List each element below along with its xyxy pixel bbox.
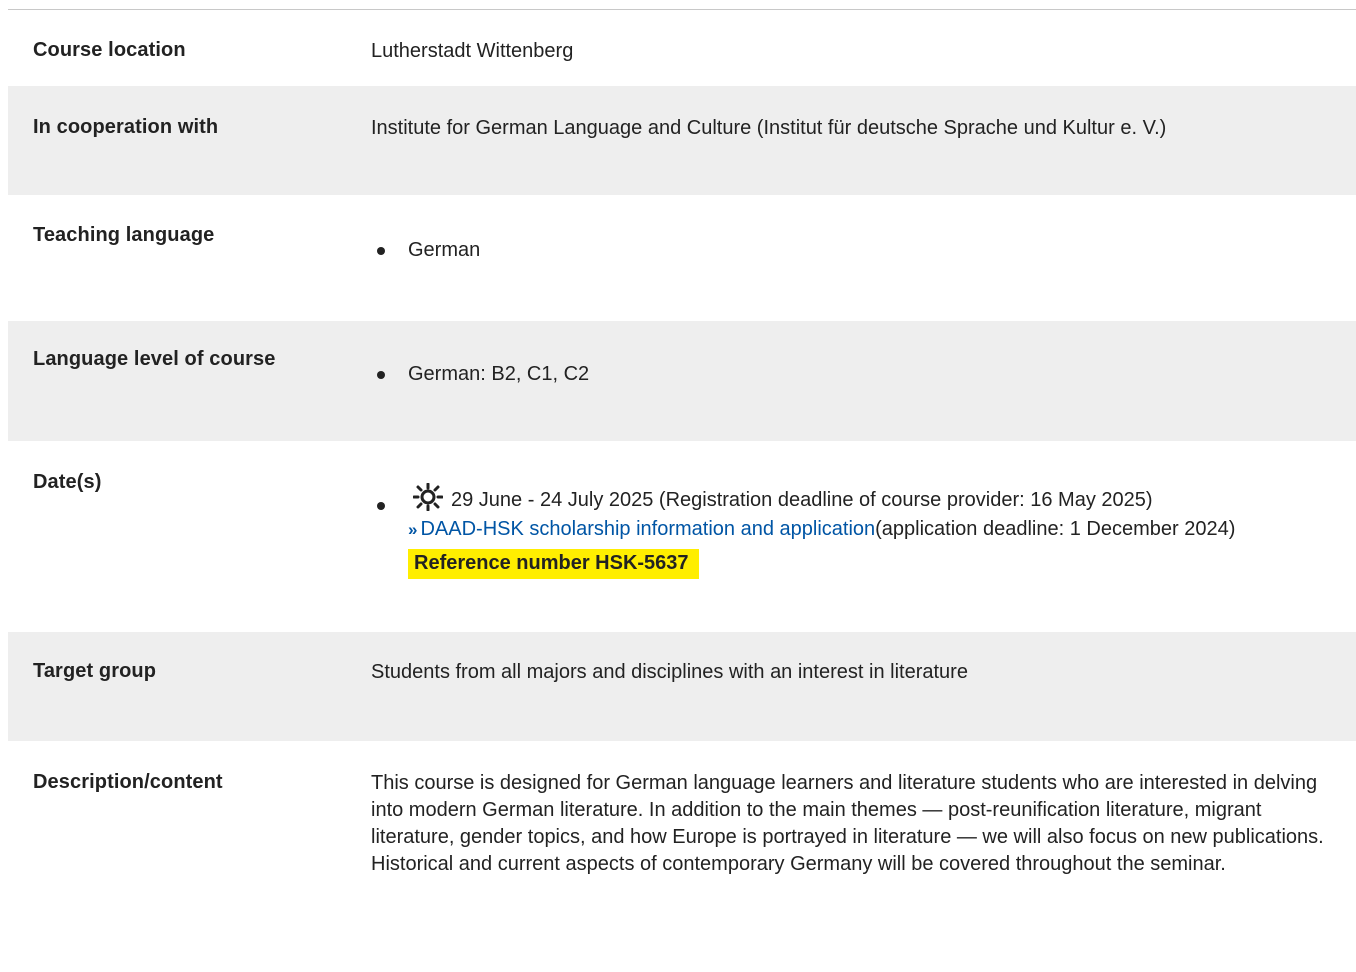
row-course-location: Course location Lutherstadt Wittenberg — [8, 10, 1356, 86]
dates-list: 29 June - 24 July 2025 (Registration dea… — [371, 482, 1338, 579]
language-level-label: Language level of course — [33, 348, 276, 370]
language-level-item: German: B2, C1, C2 — [408, 363, 590, 385]
target-group-label: Target group — [33, 660, 157, 682]
scholarship-link[interactable]: DAAD-HSK scholarship information and app… — [420, 518, 875, 540]
row-cooperation: In cooperation with Institute for German… — [8, 86, 1356, 195]
course-details-table: Course location Lutherstadt Wittenberg I… — [8, 10, 1356, 941]
list-item: German — [371, 237, 1338, 264]
teaching-language-list: German — [371, 237, 1338, 264]
cooperation-label: In cooperation with — [33, 116, 219, 138]
list-item: 29 June - 24 July 2025 (Registration dea… — [371, 482, 1338, 579]
list-item: German: B2, C1, C2 — [371, 361, 1338, 388]
teaching-language-label: Teaching language — [33, 224, 215, 246]
link-arrow-icon: » — [408, 520, 418, 539]
language-level-list: German: B2, C1, C2 — [371, 361, 1338, 388]
language-level-value: German: B2, C1, C2 — [371, 361, 1338, 388]
dates-label: Date(s) — [33, 471, 102, 493]
row-target-group: Target group Students from all majors an… — [8, 632, 1356, 741]
reference-line: Reference number HSK-5637 — [408, 543, 1338, 579]
scholarship-line: » DAAD-HSK scholarship information and ap… — [408, 516, 1338, 543]
description-value: This course is designed for German langu… — [371, 772, 1324, 875]
application-deadline-note: (application deadline: 1 December 2024) — [875, 518, 1236, 540]
description-label: Description/content — [33, 771, 223, 793]
row-language-level: Language level of course German: B2, C1,… — [8, 321, 1356, 441]
target-group-value: Students from all majors and disciplines… — [371, 661, 968, 683]
bullet-dot — [377, 247, 385, 255]
dates-value: 29 June - 24 July 2025 (Registration dea… — [371, 482, 1338, 579]
row-dates: Date(s) 29 June - 24 July 2025 (Registra… — [8, 441, 1356, 632]
reference-number-badge: Reference number HSK-5637 — [408, 549, 699, 579]
sun-icon — [412, 482, 444, 512]
row-teaching-language: Teaching language German — [8, 195, 1356, 321]
course-details-page: Course location Lutherstadt Wittenberg I… — [0, 0, 1356, 972]
date-line: 29 June - 24 July 2025 (Registration dea… — [408, 482, 1338, 514]
course-location-value: Lutherstadt Wittenberg — [371, 40, 574, 62]
teaching-language-value: German — [371, 237, 1338, 264]
bullet-dot — [377, 371, 385, 379]
date-text: 29 June - 24 July 2025 (Registration dea… — [451, 489, 1153, 511]
teaching-language-item: German — [408, 239, 481, 261]
row-description: Description/content This course is desig… — [8, 741, 1356, 941]
course-location-label: Course location — [33, 39, 186, 61]
bullet-dot — [377, 502, 385, 510]
cooperation-value: Institute for German Language and Cultur… — [371, 117, 1167, 139]
